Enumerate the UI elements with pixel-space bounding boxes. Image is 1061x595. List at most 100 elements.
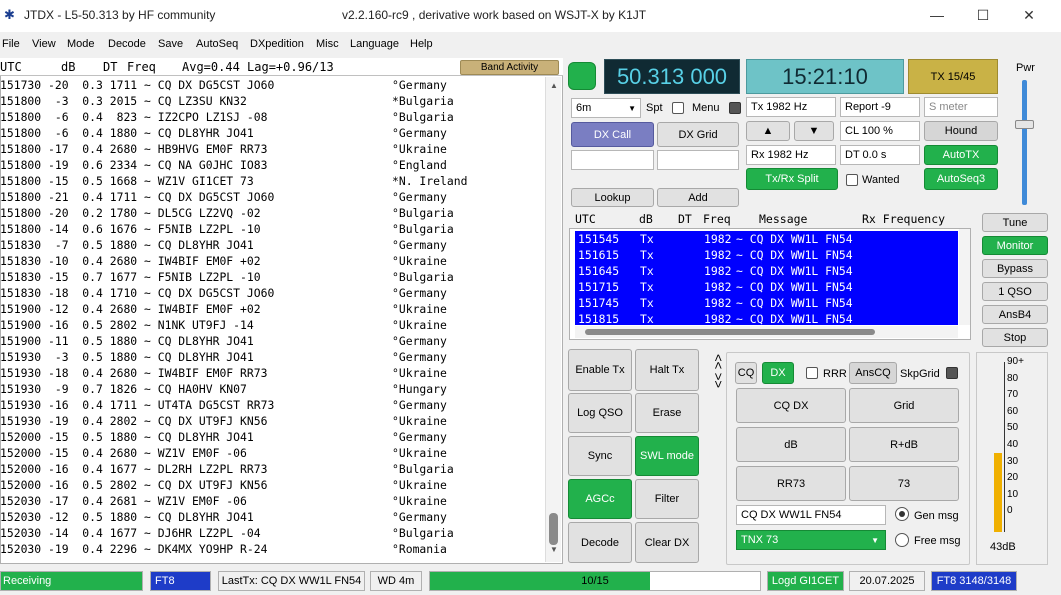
menu-view[interactable]: View xyxy=(32,38,56,50)
dx-button[interactable]: DX xyxy=(762,362,794,384)
skpgrid-checkbox[interactable] xyxy=(946,367,958,379)
decode-row[interactable]: 151900 -11 0.5 1880 ~ CQ DL8YHR JO41 °Ger… xyxy=(0,333,545,349)
up-arrow-icon[interactable]: ▲ xyxy=(746,121,790,141)
band-select[interactable]: 6m ▼ xyxy=(571,98,641,118)
decode-row[interactable]: 151930 -19 0.4 2802 ~ CQ DX UT9FJ KN56 °U… xyxy=(0,413,545,429)
dx-call-input[interactable] xyxy=(571,150,654,170)
filter-button[interactable]: Filter xyxy=(635,479,699,519)
rrr-checkbox[interactable] xyxy=(806,367,818,379)
dx-grid-button[interactable]: DX Grid xyxy=(657,122,739,147)
menu-checkbox[interactable] xyxy=(672,102,684,114)
monitor-button[interactable]: Monitor xyxy=(982,236,1048,255)
s-meter-field[interactable]: S meter xyxy=(924,97,998,117)
decode-row[interactable]: 151830 -15 0.7 1677 ~ F5NIB LZ2PL -10 °Bu… xyxy=(0,269,545,285)
decode-row[interactable]: 151930 -18 0.4 2680 ~ IW4BIF EM0F RR73 °U… xyxy=(0,365,545,381)
tune-button[interactable]: Tune xyxy=(982,213,1048,232)
decode-button[interactable]: Decode xyxy=(568,522,632,563)
minimize-button[interactable]: — xyxy=(915,4,959,28)
scroll-down-icon[interactable]: ▼ xyxy=(546,545,562,557)
power-slider-handle[interactable] xyxy=(1015,120,1034,129)
rx-hscrollbar[interactable] xyxy=(575,326,958,338)
agcc-button[interactable]: AGCc xyxy=(568,479,632,519)
decode-row[interactable]: 151800 -19 0.6 2334 ~ CQ NA G0JHC IO83 °E… xyxy=(0,157,545,173)
bypass-button[interactable]: Bypass xyxy=(982,259,1048,278)
stop-button[interactable]: Stop xyxy=(982,328,1048,347)
swap-arrows-icon[interactable]: << >> xyxy=(704,354,726,388)
decode-row[interactable]: 151800 -3 0.3 2015 ~ CQ LZ3SU KN32 *Bulga… xyxy=(0,93,545,109)
decode-row[interactable]: 151830 -18 0.4 1710 ~ CQ DX DG5CST JO60 °… xyxy=(0,285,545,301)
swl-mode-button[interactable]: SWL mode xyxy=(635,436,699,476)
menu-autoseq[interactable]: AutoSeq xyxy=(196,38,238,50)
tx-message-input[interactable]: CQ DX WW1L FN54 xyxy=(736,505,886,525)
decode-row[interactable]: 152000 -15 0.5 1880 ~ CQ DL8YHR JO41 °Ger… xyxy=(0,429,545,445)
decode-row[interactable]: 151930 -3 0.5 1880 ~ CQ DL8YHR JO41 °Germ… xyxy=(0,349,545,365)
decode-row[interactable]: 152030 -14 0.4 1677 ~ DJ6HR LZ2PL -04 °Bu… xyxy=(0,525,545,541)
decode-row[interactable]: 151800 -6 0.4 1880 ~ CQ DL8YHR JO41 °Germ… xyxy=(0,125,545,141)
down-arrow-icon[interactable]: ▼ xyxy=(794,121,834,141)
rx-row[interactable]: 151815 Tx 1982 ~ CQ DX WW1L FN54 xyxy=(578,311,958,327)
cq-button[interactable]: CQ xyxy=(735,362,757,384)
r-db-button[interactable]: R+dB xyxy=(849,427,959,462)
hound-button[interactable]: Hound xyxy=(924,121,998,141)
decode-row[interactable]: 151730 -20 0.3 1711 ~ CQ DX DG5CST JO60 °… xyxy=(0,77,545,93)
rx-row[interactable]: 151615 Tx 1982 ~ CQ DX WW1L FN54 xyxy=(578,247,958,263)
decode-list[interactable]: 151730 -20 0.3 1711 ~ CQ DX DG5CST JO60 °… xyxy=(0,77,545,562)
decode-row[interactable]: 152000 -16 0.4 1677 ~ DL2RH LZ2PL RR73 °B… xyxy=(0,461,545,477)
band-activity-label[interactable]: Band Activity xyxy=(460,60,559,75)
close-button[interactable]: ✕ xyxy=(1007,4,1051,28)
decode-scrollbar[interactable]: ▲ ▼ xyxy=(545,77,561,562)
wanted-checkbox[interactable] xyxy=(846,174,858,186)
free-msg-radio[interactable] xyxy=(895,533,909,547)
enable-tx-button[interactable]: Enable Tx xyxy=(568,349,632,391)
decode-row[interactable]: 151930 -9 0.7 1826 ~ CQ HA0HV KN07 °Hunga… xyxy=(0,381,545,397)
decode-row[interactable]: 151800 -17 0.4 2680 ~ HB9HVG EM0F RR73 °U… xyxy=(0,141,545,157)
decode-row[interactable]: 151800 -6 0.4 823 ~ IZ2CPO LZ1SJ -08 °Bul… xyxy=(0,109,545,125)
rx-row[interactable]: 151545 Tx 1982 ~ CQ DX WW1L FN54 xyxy=(578,231,958,247)
rx-frequency-spinbox[interactable]: Rx 1982 Hz xyxy=(746,145,836,165)
rx-row[interactable]: 151745 Tx 1982 ~ CQ DX WW1L FN54 xyxy=(578,295,958,311)
cq-dx-button[interactable]: CQ DX xyxy=(736,388,846,423)
gen-msg-radio[interactable] xyxy=(895,507,909,521)
report-spinbox[interactable]: Report -9 xyxy=(840,97,920,117)
tx-rx-split-button[interactable]: Tx/Rx Split xyxy=(746,168,838,190)
decode-row[interactable]: 152030 -19 0.4 2296 ~ DK4MX YO9HP R-24 °R… xyxy=(0,541,545,557)
dx-grid-input[interactable] xyxy=(657,150,739,170)
menu-checkbox-2[interactable] xyxy=(729,102,741,114)
dx-call-button[interactable]: DX Call xyxy=(571,122,654,147)
cl-spinbox[interactable]: CL 100 % xyxy=(840,121,920,141)
menu-language[interactable]: Language xyxy=(350,38,399,50)
lookup-button[interactable]: Lookup xyxy=(571,188,654,207)
one-qso-button[interactable]: 1 QSO xyxy=(982,282,1048,301)
db-button[interactable]: dB xyxy=(736,427,846,462)
rx-row[interactable]: 151715 Tx 1982 ~ CQ DX WW1L FN54 xyxy=(578,279,958,295)
73-button[interactable]: 73 xyxy=(849,466,959,501)
menu-dxpedition[interactable]: DXpedition xyxy=(250,38,304,50)
menu-save[interactable]: Save xyxy=(158,38,183,50)
autoseq3-button[interactable]: AutoSeq3 xyxy=(924,168,998,190)
decode-row[interactable]: 151930 -16 0.4 1711 ~ UT4TA DG5CST RR73 °… xyxy=(0,397,545,413)
sync-button[interactable]: Sync xyxy=(568,436,632,476)
rx-scrollbar[interactable] xyxy=(959,229,970,325)
decode-row[interactable]: 151800 -15 0.5 1668 ~ WZ1V GI1CET 73 *N. … xyxy=(0,173,545,189)
decode-row[interactable]: 151900 -12 0.4 2680 ~ IW4BIF EM0F +02 °Uk… xyxy=(0,301,545,317)
decode-row[interactable]: 152030 -12 0.5 1880 ~ CQ DL8YHR JO41 °Ger… xyxy=(0,509,545,525)
erase-button[interactable]: Erase xyxy=(635,393,699,433)
halt-tx-button[interactable]: Halt Tx xyxy=(635,349,699,391)
decode-row[interactable]: 152000 -15 0.4 2680 ~ WZ1V EM0F -06 °Ukra… xyxy=(0,445,545,461)
free-message-combo[interactable]: TNX 73 ▼ xyxy=(736,530,886,550)
menu-mode[interactable]: Mode xyxy=(67,38,95,50)
maximize-button[interactable]: ☐ xyxy=(961,4,1005,28)
decode-row[interactable]: 151800 -14 0.6 1676 ~ F5NIB LZ2PL -10 °Bu… xyxy=(0,221,545,237)
decode-row[interactable]: 151830 -10 0.4 2680 ~ IW4BIF EM0F +02 °Uk… xyxy=(0,253,545,269)
scroll-up-icon[interactable]: ▲ xyxy=(546,81,562,93)
add-button[interactable]: Add xyxy=(657,188,739,207)
tx-period-counter[interactable]: TX 15/45 xyxy=(908,59,998,94)
decode-row[interactable]: 151800 -21 0.4 1711 ~ CQ DX DG5CST JO60 °… xyxy=(0,189,545,205)
menu-file[interactable]: File xyxy=(2,38,20,50)
rx-row[interactable]: 151645 Tx 1982 ~ CQ DX WW1L FN54 xyxy=(578,263,958,279)
grid-button[interactable]: Grid xyxy=(849,388,959,423)
decode-row[interactable]: 151800 -20 0.2 1780 ~ DL5CG LZ2VQ -02 °Bu… xyxy=(0,205,545,221)
anscq-button[interactable]: AnsCQ xyxy=(849,362,897,384)
rx-hscroll-thumb[interactable] xyxy=(585,329,875,335)
dt-spinbox[interactable]: DT 0.0 s xyxy=(840,145,920,165)
